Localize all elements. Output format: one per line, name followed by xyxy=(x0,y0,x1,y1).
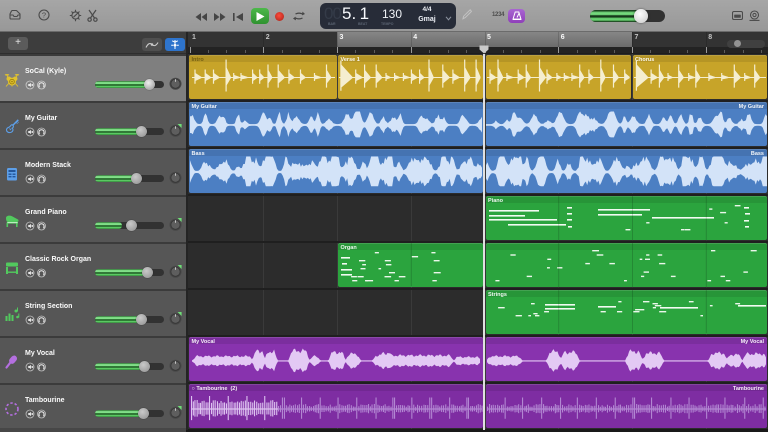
svg-text:?: ? xyxy=(42,11,46,20)
